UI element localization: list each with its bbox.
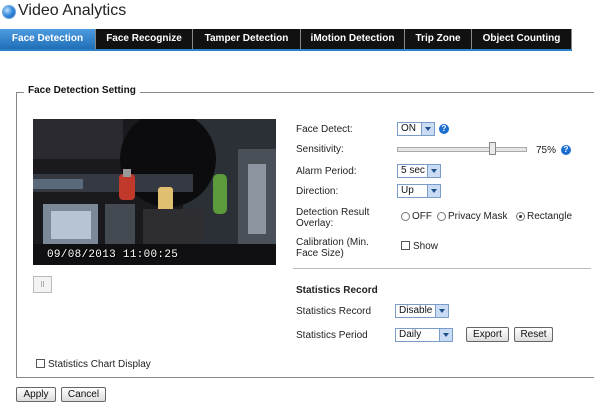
tab-imotion-detection[interactable]: iMotion Detection	[301, 29, 405, 49]
video-timestamp: 09/08/2013 11:00:25	[47, 249, 179, 261]
overlay-option-rectangle: Rectangle	[527, 211, 573, 222]
section-divider	[293, 268, 591, 269]
sensitivity-value: 75%	[536, 145, 557, 156]
chevron-down-icon	[427, 185, 440, 197]
tab-bar: Face Detection Face Recognize Tamper Det…	[0, 29, 595, 49]
overlay-label-line2: Overlay:	[296, 218, 334, 229]
tab-object-counting[interactable]: Object Counting	[472, 29, 572, 49]
statistics-period-select[interactable]: Daily	[395, 328, 453, 342]
app-logo-icon	[3, 6, 15, 18]
calibration-label-line1: Calibration (Min.	[296, 237, 369, 248]
direction-select[interactable]: Up	[397, 184, 441, 198]
statistics-record-value: Disable	[399, 305, 433, 316]
direction-value: Up	[401, 185, 414, 196]
pause-button[interactable]: II	[33, 276, 52, 293]
tabbar-gap	[572, 29, 595, 51]
direction-label: Direction:	[296, 186, 339, 197]
face-detect-label: Face Detect:	[296, 124, 353, 135]
app-title: Video Analytics	[18, 2, 127, 19]
calibration-show-label: Show	[413, 241, 439, 252]
calibration-show-checkbox[interactable]	[401, 241, 410, 250]
overlay-option-privacy-mask: Privacy Mask	[448, 211, 508, 222]
sensitivity-slider-thumb[interactable]	[489, 142, 497, 155]
statistics-period-value: Daily	[399, 329, 422, 340]
statistics-chart-display-checkbox[interactable]	[36, 359, 45, 368]
tab-trip-zone[interactable]: Trip Zone	[405, 29, 472, 49]
face-detect-select[interactable]: ON	[397, 122, 435, 136]
alarm-period-select[interactable]: 5 sec	[397, 164, 441, 178]
overlay-option-off: OFF	[412, 211, 432, 222]
chevron-down-icon	[421, 123, 434, 135]
calibration-label-line2: Face Size)	[296, 248, 344, 259]
overlay-label-line1: Detection Result	[296, 207, 370, 218]
chevron-down-icon	[435, 305, 448, 317]
tab-face-recognize[interactable]: Face Recognize	[96, 29, 193, 49]
face-detect-value: ON	[401, 123, 416, 134]
pause-icon: II	[40, 280, 45, 289]
overlay-radio-privacy-mask[interactable]	[437, 212, 446, 221]
chevron-down-icon	[439, 329, 452, 341]
statistics-title: Statistics Record	[296, 285, 378, 296]
statistics-chart-display-label: Statistics Chart Display	[48, 359, 151, 370]
sensitivity-label: Sensitivity:	[296, 144, 344, 155]
apply-button[interactable]: Apply	[16, 387, 56, 402]
camera-frame-image	[33, 119, 276, 265]
help-icon[interactable]: ?	[561, 145, 571, 155]
title-bar: Video Analytics	[0, 0, 595, 28]
chevron-down-icon	[427, 165, 440, 177]
video-preview	[33, 119, 276, 265]
statistics-record-select[interactable]: Disable	[395, 304, 449, 318]
alarm-period-label: Alarm Period:	[296, 166, 357, 177]
overlay-radio-rectangle[interactable]	[516, 212, 525, 221]
cancel-button[interactable]: Cancel	[61, 387, 106, 402]
sensitivity-slider-track[interactable]	[397, 147, 527, 152]
section-title: Face Detection Setting	[24, 85, 140, 96]
tab-face-detection[interactable]: Face Detection	[0, 29, 96, 49]
help-icon[interactable]: ?	[439, 124, 449, 134]
alarm-period-value: 5 sec	[401, 165, 425, 176]
statistics-record-label: Statistics Record	[296, 306, 372, 317]
overlay-radio-off[interactable]	[401, 212, 410, 221]
statistics-period-label: Statistics Period	[296, 330, 368, 341]
tab-tamper-detection[interactable]: Tamper Detection	[193, 29, 301, 49]
tab-underline	[0, 49, 572, 51]
export-button[interactable]: Export	[466, 327, 509, 342]
reset-button[interactable]: Reset	[514, 327, 553, 342]
